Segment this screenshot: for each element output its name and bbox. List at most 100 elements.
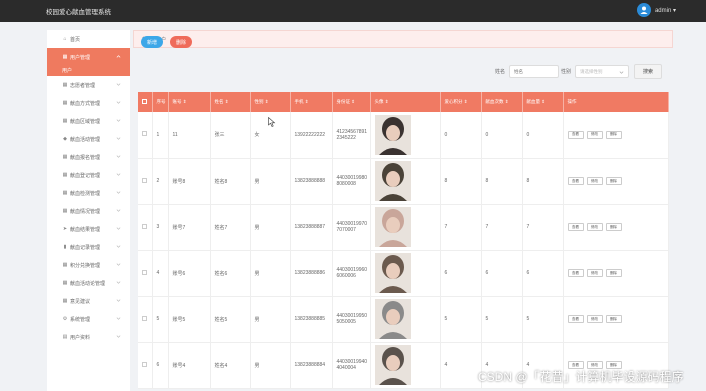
sidebar-item[interactable]: ⌂ 首页 xyxy=(47,30,130,48)
cell-phone: 13823888887 xyxy=(290,204,333,251)
send-icon: ➤ xyxy=(62,226,68,232)
search-name-label: 姓名 xyxy=(495,69,506,75)
sidebar-item[interactable]: ▦ 献血区域管理 xyxy=(47,112,130,130)
cell-idcard: 440300199707070007 xyxy=(332,204,371,251)
add-button[interactable]: 新增 xyxy=(141,36,163,48)
user-icon xyxy=(640,6,648,14)
sidebar-item[interactable]: ▦ 献血活动论管理 xyxy=(47,274,130,292)
row-checkbox[interactable] xyxy=(138,112,153,159)
sidebar-item[interactable]: ▦ 献血报名管理 xyxy=(47,148,130,166)
sidebar-item-label: 积分兑换管理 xyxy=(70,262,101,269)
mouse-cursor-icon xyxy=(268,117,276,127)
sidebar-item-label: 献血区域管理 xyxy=(70,118,101,125)
sidebar-item[interactable]: ▦ 志愿者管理 xyxy=(47,76,130,94)
view-button[interactable]: 查看 xyxy=(567,269,584,277)
sidebar-item[interactable]: ▦ 用户管理 xyxy=(47,48,130,66)
row-checkbox[interactable] xyxy=(138,296,153,343)
cell-gender: 男 xyxy=(250,158,291,205)
row-checkbox[interactable] xyxy=(138,342,153,389)
user-name: admin ▾ xyxy=(654,7,676,14)
sidebar-item[interactable]: ▤ 用户资料 xyxy=(47,328,130,346)
cell-account: 账号4 xyxy=(168,342,211,389)
sidebar-item[interactable]: ▮ 献血记录管理 xyxy=(47,238,130,256)
cell-phone: 13823888884 xyxy=(290,342,333,389)
cell-account: 账号7 xyxy=(168,204,211,251)
row-checkbox[interactable] xyxy=(138,250,153,297)
column-header[interactable]: 序号 xyxy=(152,92,169,112)
sidebar-item-label: 用户管理 xyxy=(70,54,91,61)
column-header[interactable]: 手机 ⇕ xyxy=(290,92,333,112)
column-header[interactable]: 身份证 ⇕ xyxy=(332,92,371,112)
sidebar-item[interactable]: ▦ 献血方式管理 xyxy=(47,94,130,112)
view-button[interactable]: 查看 xyxy=(567,177,584,185)
grid-icon: ▦ xyxy=(62,298,68,304)
column-header[interactable]: 姓名 ⇕ xyxy=(210,92,251,112)
sidebar-item-label: 意见建议 xyxy=(70,298,91,305)
sidebar-item[interactable]: ⚙ 系统管理 xyxy=(47,310,130,328)
grid-icon: ▦ xyxy=(62,208,68,214)
cell-account: 账号5 xyxy=(168,296,211,343)
column-header[interactable]: 账号 ⇕ xyxy=(168,92,211,112)
view-button[interactable]: 查看 xyxy=(567,315,584,323)
sidebar-item[interactable]: ▦ 积分兑换管理 xyxy=(47,256,130,274)
user-menu[interactable]: admin ▾ xyxy=(636,3,676,17)
sidebar-item-label: 献血方式管理 xyxy=(70,100,101,107)
avatar xyxy=(636,3,651,17)
table-row: 1 11 张三女 13922222222 412345678912345222 0 0 0 查看… xyxy=(138,112,669,159)
edit-button[interactable]: 修改 xyxy=(586,315,603,323)
gender-select[interactable]: 请选择性别 xyxy=(575,65,630,78)
cell-gender: 男 xyxy=(250,250,291,297)
view-button[interactable]: 查看 xyxy=(567,223,584,231)
view-button[interactable]: 查看 xyxy=(567,130,584,139)
edit-button[interactable]: 修改 xyxy=(586,269,603,277)
chevron-down-icon xyxy=(619,71,624,74)
column-header[interactable]: 爱心积分 ⇕ xyxy=(440,92,482,112)
chevron-down-icon xyxy=(116,137,121,140)
tag-icon: ◆ xyxy=(63,136,67,142)
search-button[interactable]: 搜索 xyxy=(634,64,662,79)
grid-icon: ▦ xyxy=(62,190,68,196)
column-header[interactable]: 献血次数 ⇕ xyxy=(481,92,523,112)
search-name-input[interactable] xyxy=(509,65,560,78)
sidebar-item[interactable]: ▦ 献血检测管理 xyxy=(47,184,130,202)
sidebar-item-label: 献血活动管理 xyxy=(70,136,101,143)
column-header[interactable]: 献血量 ⇕ xyxy=(522,92,564,112)
row-delete-button[interactable]: 删除 xyxy=(605,177,622,185)
row-checkbox[interactable] xyxy=(138,204,153,251)
edit-button[interactable]: 修改 xyxy=(586,130,603,139)
column-header[interactable]: 操作 xyxy=(563,92,669,112)
chevron-down-icon xyxy=(116,317,121,320)
sidebar-item[interactable]: ➤ 献血结果管理 xyxy=(47,220,130,238)
row-delete-button[interactable]: 删除 xyxy=(605,130,622,139)
edit-button[interactable]: 修改 xyxy=(586,223,603,231)
search-gender-group: 性别 请选择性别 xyxy=(561,65,630,78)
cell-phone: 13823888885 xyxy=(290,296,333,343)
cell-name: 姓名4 xyxy=(210,342,251,389)
row-delete-button[interactable]: 删除 xyxy=(605,269,622,277)
sidebar-item[interactable]: ▦ 意见建议 xyxy=(47,292,130,310)
row-delete-button[interactable]: 删除 xyxy=(605,315,622,323)
cell-phone: 13823888888 xyxy=(290,158,333,205)
sidebar-item[interactable]: ▦ 献血登记管理 xyxy=(47,166,130,184)
cell-no: 5 xyxy=(152,296,169,343)
row-checkbox[interactable] xyxy=(138,158,153,205)
sidebar-item[interactable]: ◆ 献血活动管理 xyxy=(47,130,130,148)
delete-button[interactable]: 删除 xyxy=(170,36,192,48)
row-delete-button[interactable]: 删除 xyxy=(605,223,622,231)
cell-no: 3 xyxy=(152,204,169,251)
gender-select-placeholder: 请选择性别 xyxy=(580,68,603,74)
edit-button[interactable]: 修改 xyxy=(586,177,603,185)
avatar-photo xyxy=(374,345,411,385)
gear-icon: ⚙ xyxy=(62,316,68,322)
column-header[interactable]: 性别 ⇕ xyxy=(250,92,291,112)
sidebar-subitem-user[interactable]: 用户 xyxy=(47,66,130,76)
cell-idcard: 440300199505050005 xyxy=(332,296,371,343)
cell-photo xyxy=(370,204,441,251)
avatar-photo xyxy=(374,253,411,293)
sidebar-item[interactable]: ▦ 献血情况管理 xyxy=(47,202,130,220)
select-all-checkbox[interactable] xyxy=(138,92,153,112)
sidebar-item-label: 志愿者管理 xyxy=(70,82,96,89)
cell-points: 0 xyxy=(440,112,482,159)
sidebar-item-label: 献血活动论管理 xyxy=(70,280,106,287)
column-header[interactable]: 头像 ⇕ xyxy=(370,92,441,112)
